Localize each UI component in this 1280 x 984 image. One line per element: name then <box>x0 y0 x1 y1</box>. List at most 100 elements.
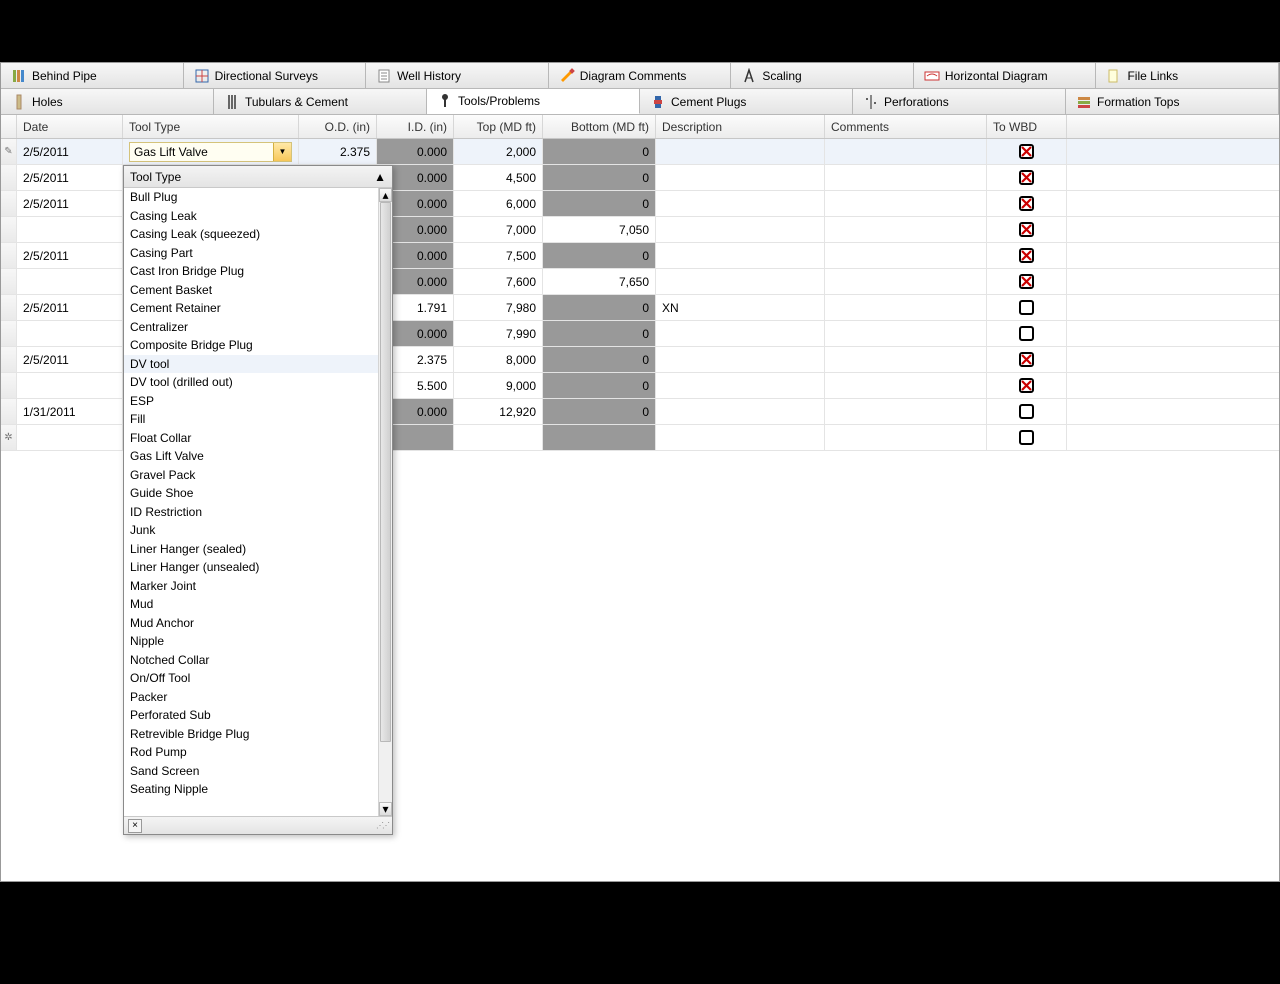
dropdown-item[interactable]: Packer <box>124 688 378 707</box>
dropdown-button[interactable]: ▼ <box>273 143 291 161</box>
to-wbd-checkbox[interactable] <box>1019 378 1034 393</box>
cell-to-wbd[interactable] <box>987 217 1067 242</box>
cell-date[interactable]: 2/5/2011 <box>17 295 123 320</box>
cell-date[interactable]: 2/5/2011 <box>17 191 123 216</box>
dropdown-item[interactable]: On/Off Tool <box>124 669 378 688</box>
cell-top[interactable]: 4,500 <box>454 165 543 190</box>
dropdown-item[interactable]: Marker Joint <box>124 577 378 596</box>
scroll-down-button[interactable]: ▾ <box>379 802 392 816</box>
cell-od[interactable]: 2.375 <box>299 139 377 164</box>
to-wbd-checkbox[interactable] <box>1019 196 1034 211</box>
cell-date[interactable]: 2/5/2011 <box>17 243 123 268</box>
dropdown-item[interactable]: Composite Bridge Plug <box>124 336 378 355</box>
col-id[interactable]: I.D. (in) <box>377 115 454 138</box>
cell-comments[interactable] <box>825 243 987 268</box>
col-od[interactable]: O.D. (in) <box>299 115 377 138</box>
dropdown-item[interactable]: Gravel Pack <box>124 466 378 485</box>
tab-behind-pipe[interactable]: Behind Pipe <box>1 63 184 88</box>
tab-formation-tops[interactable]: Formation Tops <box>1066 89 1279 114</box>
dropdown-item[interactable]: Fill <box>124 410 378 429</box>
cell-bottom[interactable] <box>543 425 656 450</box>
scroll-thumb[interactable] <box>380 202 391 742</box>
dropdown-item[interactable]: Nipple <box>124 632 378 651</box>
cell-date[interactable] <box>17 321 123 346</box>
cell-comments[interactable] <box>825 191 987 216</box>
dropdown-item[interactable]: Casing Leak <box>124 207 378 226</box>
dropdown-item[interactable]: Guide Shoe <box>124 484 378 503</box>
tab-tools-problems[interactable]: Tools/Problems <box>427 89 640 114</box>
col-tool-type[interactable]: Tool Type <box>123 115 299 138</box>
cell-date[interactable]: 2/5/2011 <box>17 347 123 372</box>
cell-top[interactable]: 7,600 <box>454 269 543 294</box>
cell-comments[interactable] <box>825 269 987 294</box>
cell-bottom[interactable]: 0 <box>543 139 656 164</box>
dropdown-item[interactable]: Retrevible Bridge Plug <box>124 725 378 744</box>
dropdown-item[interactable]: Mud <box>124 595 378 614</box>
cell-top[interactable]: 2,000 <box>454 139 543 164</box>
cell-to-wbd[interactable] <box>987 269 1067 294</box>
cell-bottom[interactable]: 0 <box>543 191 656 216</box>
cell-to-wbd[interactable] <box>987 139 1067 164</box>
tab-file-links[interactable]: File Links <box>1096 63 1279 88</box>
tool-type-dropdown[interactable]: Tool Type ▲ Bull PlugCasing LeakCasing L… <box>123 165 393 835</box>
to-wbd-checkbox[interactable] <box>1019 300 1034 315</box>
cell-tool-type[interactable]: Gas Lift Valve▼ <box>123 139 299 164</box>
cell-to-wbd[interactable] <box>987 165 1067 190</box>
cell-top[interactable]: 7,000 <box>454 217 543 242</box>
cell-date[interactable]: 2/5/2011 <box>17 165 123 190</box>
cell-to-wbd[interactable] <box>987 373 1067 398</box>
col-comments[interactable]: Comments <box>825 115 987 138</box>
cell-date[interactable] <box>17 269 123 294</box>
cell-description[interactable] <box>656 165 825 190</box>
tab-directional-surveys[interactable]: Directional Surveys <box>184 63 367 88</box>
dropdown-item[interactable]: DV tool (drilled out) <box>124 373 378 392</box>
cell-bottom[interactable]: 0 <box>543 399 656 424</box>
col-top[interactable]: Top (MD ft) <box>454 115 543 138</box>
cell-comments[interactable] <box>825 347 987 372</box>
cell-description[interactable] <box>656 269 825 294</box>
dropdown-item[interactable]: Casing Part <box>124 244 378 263</box>
dropdown-item[interactable]: ID Restriction <box>124 503 378 522</box>
to-wbd-checkbox[interactable] <box>1019 274 1034 289</box>
dropdown-scrollbar[interactable]: ▴ ▾ <box>378 188 392 816</box>
cell-description[interactable] <box>656 243 825 268</box>
cell-to-wbd[interactable] <box>987 191 1067 216</box>
tab-tubulars-cement[interactable]: Tubulars & Cement <box>214 89 427 114</box>
dropdown-item[interactable]: Casing Leak (squeezed) <box>124 225 378 244</box>
cell-to-wbd[interactable] <box>987 347 1067 372</box>
dropdown-item[interactable]: Cast Iron Bridge Plug <box>124 262 378 281</box>
cell-to-wbd[interactable] <box>987 243 1067 268</box>
table-row[interactable]: ✎2/5/2011Gas Lift Valve▼2.3750.0002,0000 <box>1 139 1279 165</box>
cell-description[interactable] <box>656 373 825 398</box>
to-wbd-checkbox[interactable] <box>1019 248 1034 263</box>
cell-comments[interactable] <box>825 321 987 346</box>
dropdown-item[interactable]: Notched Collar <box>124 651 378 670</box>
cell-comments[interactable] <box>825 165 987 190</box>
cell-description[interactable] <box>656 399 825 424</box>
cell-comments[interactable] <box>825 373 987 398</box>
cell-date[interactable] <box>17 425 123 450</box>
cell-description[interactable] <box>656 191 825 216</box>
to-wbd-checkbox[interactable] <box>1019 170 1034 185</box>
cell-top[interactable]: 7,990 <box>454 321 543 346</box>
cell-bottom[interactable]: 0 <box>543 295 656 320</box>
cell-date[interactable] <box>17 373 123 398</box>
dropdown-item[interactable]: Float Collar <box>124 429 378 448</box>
cell-description[interactable] <box>656 321 825 346</box>
tab-scaling[interactable]: Scaling <box>731 63 914 88</box>
cell-top[interactable] <box>454 425 543 450</box>
cell-comments[interactable] <box>825 425 987 450</box>
cell-bottom[interactable]: 0 <box>543 347 656 372</box>
dropdown-close-button[interactable]: × <box>128 819 142 833</box>
tab-diagram-comments[interactable]: Diagram Comments <box>549 63 732 88</box>
tab-holes[interactable]: Holes <box>1 89 214 114</box>
cell-comments[interactable] <box>825 139 987 164</box>
cell-bottom[interactable]: 0 <box>543 321 656 346</box>
cell-to-wbd[interactable] <box>987 425 1067 450</box>
dropdown-item[interactable]: Junk <box>124 521 378 540</box>
tab-well-history[interactable]: Well History <box>366 63 549 88</box>
dropdown-item[interactable]: Mud Anchor <box>124 614 378 633</box>
dropdown-item[interactable]: Cement Retainer <box>124 299 378 318</box>
dropdown-item[interactable]: ESP <box>124 392 378 411</box>
resize-grip-icon[interactable]: ⋰⋰ <box>376 821 388 830</box>
